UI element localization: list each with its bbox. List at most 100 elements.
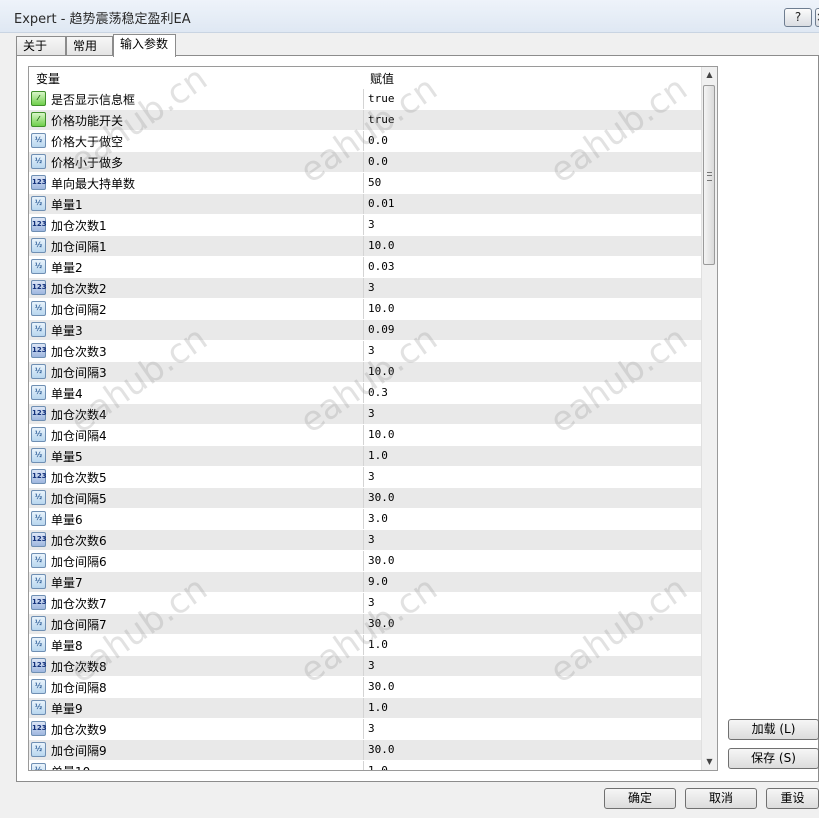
- parameter-value[interactable]: 3: [368, 218, 375, 231]
- parameter-value[interactable]: 10.0: [368, 302, 395, 315]
- save-button[interactable]: 保存 (S): [728, 748, 819, 769]
- parameter-value[interactable]: 10.0: [368, 365, 395, 378]
- table-row[interactable]: ½ 加仓间隔5 30.0: [29, 488, 704, 509]
- ok-button[interactable]: 确定: [604, 788, 676, 809]
- parameter-value[interactable]: 30.0: [368, 491, 395, 504]
- table-row[interactable]: ½ 单量10 1.0: [29, 761, 704, 770]
- load-button[interactable]: 加载 (L): [728, 719, 819, 740]
- scrollbar-grip-icon: [707, 172, 712, 181]
- table-row[interactable]: ⁄ 价格功能开关 true: [29, 110, 704, 131]
- table-row[interactable]: ½ 加仓间隔6 30.0: [29, 551, 704, 572]
- column-header-value[interactable]: 赋值: [370, 70, 394, 87]
- vertical-scrollbar[interactable]: ▲ ▼: [701, 67, 717, 770]
- table-row[interactable]: ½ 价格大于做空 0.0: [29, 131, 704, 152]
- table-row[interactable]: ½ 加仓间隔3 10.0: [29, 362, 704, 383]
- scroll-up-arrow-icon[interactable]: ▲: [702, 67, 717, 82]
- parameter-value[interactable]: 1.0: [368, 638, 388, 651]
- table-row[interactable]: ½ 单量9 1.0: [29, 698, 704, 719]
- parameter-value[interactable]: 10.0: [368, 428, 395, 441]
- reset-button[interactable]: 重设: [766, 788, 819, 809]
- table-row[interactable]: ½ 单量8 1.0: [29, 635, 704, 656]
- parameter-value[interactable]: 1.0: [368, 701, 388, 714]
- parameter-value[interactable]: 3: [368, 344, 375, 357]
- table-row[interactable]: ½ 加仓间隔8 30.0: [29, 677, 704, 698]
- table-row[interactable]: ½ 价格小于做多 0.0: [29, 152, 704, 173]
- parameter-value[interactable]: 3: [368, 722, 375, 735]
- table-row[interactable]: 123 加仓次数9 3: [29, 719, 704, 740]
- parameter-name: 加仓间隔4: [51, 429, 107, 443]
- table-row[interactable]: ½ 单量2 0.03: [29, 257, 704, 278]
- parameter-value[interactable]: 30.0: [368, 680, 395, 693]
- parameter-grid[interactable]: 变量 赋值 ⁄ 是否显示信息框 true ⁄ 价格功能开关 true ½ 价格大于做空 0.0 ½…: [28, 66, 718, 771]
- parameter-value[interactable]: 3: [368, 533, 375, 546]
- table-row[interactable]: 123 加仓次数5 3: [29, 467, 704, 488]
- parameter-value[interactable]: 9.0: [368, 575, 388, 588]
- parameter-value[interactable]: 30.0: [368, 554, 395, 567]
- column-separator: [363, 215, 364, 235]
- table-row[interactable]: ½ 加仓间隔2 10.0: [29, 299, 704, 320]
- close-button[interactable]: ×: [815, 8, 819, 27]
- table-row[interactable]: ½ 单量5 1.0: [29, 446, 704, 467]
- parameter-value[interactable]: 30.0: [368, 617, 395, 630]
- grid-rows: ⁄ 是否显示信息框 true ⁄ 价格功能开关 true ½ 价格大于做空 0.0 ½ 价格小于做多…: [29, 89, 704, 770]
- table-row[interactable]: 123 加仓次数6 3: [29, 530, 704, 551]
- table-row[interactable]: ½ 加仓间隔4 10.0: [29, 425, 704, 446]
- parameter-value[interactable]: 0.01: [368, 197, 395, 210]
- parameter-value[interactable]: 30.0: [368, 743, 395, 756]
- table-row[interactable]: 123 加仓次数2 3: [29, 278, 704, 299]
- table-row[interactable]: 123 单向最大持单数 50: [29, 173, 704, 194]
- parameter-value[interactable]: 0.0: [368, 134, 388, 147]
- column-header-variable[interactable]: 变量: [36, 70, 60, 87]
- int-icon: 123: [31, 721, 47, 736]
- parameter-name: 加仓次数5: [51, 471, 107, 485]
- parameter-value[interactable]: 3: [368, 281, 375, 294]
- parameter-value[interactable]: 0.0: [368, 155, 388, 168]
- parameter-value[interactable]: 0.03: [368, 260, 395, 273]
- parameter-value[interactable]: 3: [368, 470, 375, 483]
- double-icon: ½: [31, 574, 46, 589]
- column-separator: [363, 362, 364, 382]
- parameter-value[interactable]: 0.09: [368, 323, 395, 336]
- column-separator: [363, 593, 364, 613]
- table-row[interactable]: 123 加仓次数3 3: [29, 341, 704, 362]
- table-row[interactable]: ⁄ 是否显示信息框 true: [29, 89, 704, 110]
- table-row[interactable]: 123 加仓次数7 3: [29, 593, 704, 614]
- parameter-name: 单量8: [51, 639, 83, 653]
- table-row[interactable]: 123 加仓次数4 3: [29, 404, 704, 425]
- table-row[interactable]: ½ 单量3 0.09: [29, 320, 704, 341]
- tab-common[interactable]: 常用: [66, 36, 113, 56]
- int-icon: 123: [31, 175, 47, 190]
- table-row[interactable]: ½ 单量6 3.0: [29, 509, 704, 530]
- parameter-value[interactable]: 10.0: [368, 239, 395, 252]
- parameter-value[interactable]: 3: [368, 659, 375, 672]
- parameter-value[interactable]: true: [368, 92, 395, 105]
- parameter-name: 单量10: [51, 763, 90, 770]
- parameter-value[interactable]: 3: [368, 407, 375, 420]
- parameter-value[interactable]: 3.0: [368, 512, 388, 525]
- parameter-value[interactable]: 3: [368, 596, 375, 609]
- table-row[interactable]: ½ 加仓间隔9 30.0: [29, 740, 704, 761]
- table-row[interactable]: ½ 单量1 0.01: [29, 194, 704, 215]
- parameter-value[interactable]: 1.0: [368, 449, 388, 462]
- parameter-name: 单量4: [51, 387, 83, 401]
- tab-about[interactable]: 关于: [16, 36, 66, 56]
- table-row[interactable]: 123 加仓次数1 3: [29, 215, 704, 236]
- parameter-value[interactable]: 50: [368, 176, 381, 189]
- parameter-name: 加仓次数3: [51, 345, 107, 359]
- parameter-value[interactable]: 0.3: [368, 386, 388, 399]
- help-button[interactable]: ?: [784, 8, 812, 27]
- table-row[interactable]: ½ 加仓间隔7 30.0: [29, 614, 704, 635]
- table-row[interactable]: ½ 加仓间隔1 10.0: [29, 236, 704, 257]
- table-row[interactable]: 123 加仓次数8 3: [29, 656, 704, 677]
- scroll-down-arrow-icon[interactable]: ▼: [702, 754, 717, 769]
- cancel-button[interactable]: 取消: [685, 788, 757, 809]
- parameter-name: 加仓次数4: [51, 408, 107, 422]
- scrollbar-thumb[interactable]: [703, 85, 715, 265]
- table-row[interactable]: ½ 单量4 0.3: [29, 383, 704, 404]
- parameter-name: 加仓次数1: [51, 219, 107, 233]
- parameter-value[interactable]: true: [368, 113, 395, 126]
- tab-inputs[interactable]: 输入参数: [113, 34, 176, 57]
- parameter-value[interactable]: 1.0: [368, 764, 388, 770]
- double-icon: ½: [31, 196, 46, 211]
- table-row[interactable]: ½ 单量7 9.0: [29, 572, 704, 593]
